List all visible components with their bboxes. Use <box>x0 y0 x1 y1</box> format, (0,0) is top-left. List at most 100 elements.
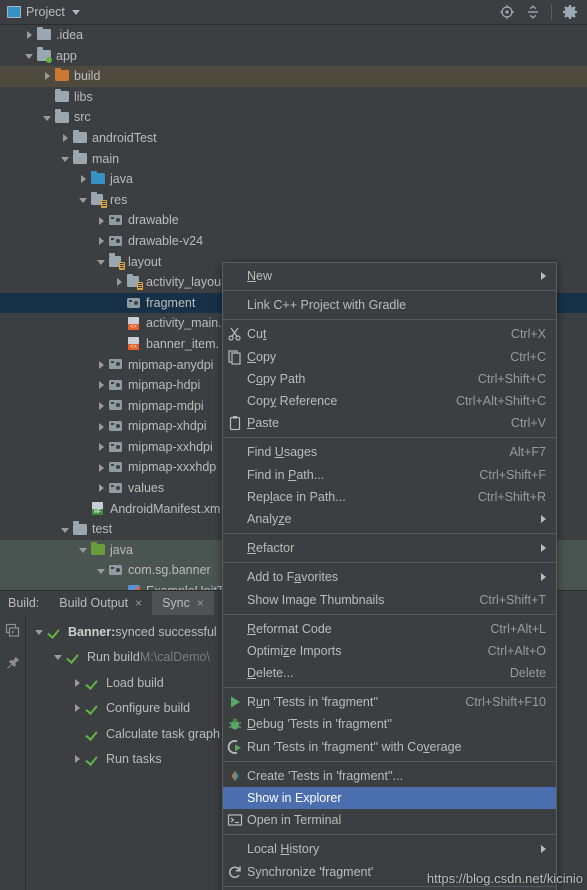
close-icon[interactable]: × <box>197 597 204 609</box>
disclosure-triangle[interactable] <box>96 462 108 474</box>
disclosure-triangle[interactable] <box>114 276 126 288</box>
menu-item-link-c++-project-with-gradle[interactable]: Link C++ Project with Gradle <box>223 294 556 316</box>
tree-node-java[interactable]: java <box>0 169 587 190</box>
menu-item-cut[interactable]: Cut Ctrl+X <box>223 323 556 345</box>
project-title-button[interactable]: Project <box>0 5 80 19</box>
chevron-down-icon[interactable] <box>71 9 80 15</box>
disclosure-triangle[interactable] <box>71 702 85 714</box>
menu-item-local-history[interactable]: Local History <box>223 838 556 860</box>
tree-node-label: mipmap-xhdpi <box>128 419 207 434</box>
disclosure-triangle[interactable] <box>96 256 108 268</box>
disclosure-triangle[interactable] <box>60 153 72 165</box>
disclosure-triangle[interactable] <box>71 728 85 740</box>
tree-node-build[interactable]: build <box>0 66 587 87</box>
disclosure-triangle[interactable] <box>78 194 90 206</box>
menu-item-copy-reference[interactable]: Copy Reference Ctrl+Alt+Shift+C <box>223 390 556 412</box>
tree-node-label: androidTest <box>92 130 157 145</box>
tree-node-label: values <box>128 481 165 496</box>
disclosure-triangle[interactable] <box>96 441 108 453</box>
disclosure-triangle[interactable] <box>78 173 90 185</box>
disclosure-triangle[interactable] <box>114 338 126 350</box>
disclosure-triangle[interactable] <box>114 297 126 309</box>
menu-item-copy[interactable]: Copy Ctrl+C <box>223 346 556 368</box>
menu-item-debug-tests-in-fragment[interactable]: Debug 'Tests in 'fragment'' <box>223 713 556 735</box>
disclosure-triangle[interactable] <box>24 29 36 41</box>
scissors-icon <box>227 326 243 342</box>
tab-label: Build Output <box>59 596 129 610</box>
menu-item-create-tests-in-fragment[interactable]: Create 'Tests in 'fragment''... <box>223 765 556 787</box>
menu-item-label: Find in Path... <box>247 467 325 482</box>
menu-item-copy-path[interactable]: Copy Path Ctrl+Shift+C <box>223 368 556 390</box>
tree-node-drawable[interactable]: drawable <box>0 210 587 231</box>
disclosure-triangle[interactable] <box>33 626 47 638</box>
disclosure-triangle[interactable] <box>71 677 85 689</box>
menu-item-show-in-explorer[interactable]: Show in Explorer <box>223 786 556 810</box>
tree-node-label: activity_layou <box>146 275 222 290</box>
menu-item-run-tests-in-fragment[interactable]: Run 'Tests in 'fragment'' Ctrl+Shift+F10 <box>223 691 556 713</box>
menu-item-new[interactable]: New <box>223 265 556 287</box>
disclosure-triangle[interactable] <box>96 482 108 494</box>
settings-gear-icon[interactable] <box>562 4 578 20</box>
disclosure-triangle[interactable] <box>42 70 54 82</box>
menu-item-label: Copy <box>247 349 277 364</box>
disclosure-triangle[interactable] <box>52 651 66 663</box>
disclosure-triangle[interactable] <box>24 50 36 62</box>
pin-icon[interactable] <box>5 655 21 671</box>
menu-item-find-usages[interactable]: Find Usages Alt+F7 <box>223 441 556 463</box>
menu-item-add-to-favorites[interactable]: Add to Favorites <box>223 566 556 588</box>
disclosure-triangle[interactable] <box>60 132 72 144</box>
menu-item-replace-in-path[interactable]: Replace in Path... Ctrl+Shift+R <box>223 486 556 508</box>
menu-item-reformat-code[interactable]: Reformat Code Ctrl+Alt+L <box>223 618 556 640</box>
collapse-all-icon[interactable] <box>525 4 541 20</box>
menu-item-run-tests-in-fragment-with-coverage[interactable]: Run 'Tests in 'fragment'' with Coverage <box>223 736 556 758</box>
menu-item-label: Link C++ Project with Gradle <box>247 298 407 313</box>
menu-separator <box>223 533 556 535</box>
build-row-text: Load build <box>106 675 164 690</box>
disclosure-triangle[interactable] <box>60 524 72 536</box>
disclosure-triangle[interactable] <box>96 421 108 433</box>
disclosure-triangle[interactable] <box>78 503 90 515</box>
tab-sync[interactable]: Sync × <box>152 591 214 615</box>
tree-node--idea[interactable]: .idea <box>0 25 587 46</box>
menu-item-analyze[interactable]: Analyze <box>223 508 556 530</box>
menu-item-refactor[interactable]: Refactor <box>223 537 556 559</box>
menu-item-optimize-imports[interactable]: Optimize Imports Ctrl+Alt+O <box>223 640 556 662</box>
menu-item-find-in-path[interactable]: Find in Path... Ctrl+Shift+F <box>223 464 556 486</box>
disclosure-triangle[interactable] <box>78 544 90 556</box>
tree-node-label: res <box>110 192 128 207</box>
disclosure-triangle[interactable] <box>96 400 108 412</box>
disclosure-triangle[interactable] <box>96 359 108 371</box>
disclosure-triangle[interactable] <box>71 753 85 765</box>
disclosure-triangle[interactable] <box>42 91 54 103</box>
disclosure-triangle[interactable] <box>114 318 126 330</box>
menu-item-open-in-terminal[interactable]: Open in Terminal <box>223 809 556 831</box>
tree-node-drawable-v24[interactable]: drawable-v24 <box>0 231 587 252</box>
tree-node-src[interactable]: src <box>0 107 587 128</box>
menu-item-shortcut: Ctrl+Alt+O <box>487 643 546 658</box>
build-row-text: Run tasks <box>106 752 162 767</box>
tree-node-label: mipmap-mdpi <box>128 398 204 413</box>
locate-icon[interactable] <box>499 4 515 20</box>
disclosure-triangle[interactable] <box>96 235 108 247</box>
folder-image-icon <box>108 461 124 475</box>
tree-node-libs[interactable]: libs <box>0 87 587 108</box>
close-icon[interactable]: × <box>135 597 142 609</box>
disclosure-triangle[interactable] <box>42 112 54 124</box>
menu-item-label: Paste <box>247 416 279 431</box>
disclosure-triangle[interactable] <box>96 379 108 391</box>
disclosure-triangle[interactable] <box>96 565 108 577</box>
tree-node-app[interactable]: app <box>0 46 587 67</box>
menu-item-paste[interactable]: Paste Ctrl+V <box>223 412 556 434</box>
tree-node-androidtest[interactable]: androidTest <box>0 128 587 149</box>
menu-item-delete[interactable]: Delete... Delete <box>223 662 556 684</box>
build-row-text: Calculate task graph <box>106 726 220 741</box>
tree-node-main[interactable]: main <box>0 149 587 170</box>
menu-item-show-image-thumbnails[interactable]: Show Image Thumbnails Ctrl+Shift+T <box>223 588 556 610</box>
tree-node-res[interactable]: res <box>0 190 587 211</box>
menu-item-label: Delete... <box>247 666 294 681</box>
tab-build-output[interactable]: Build Output × <box>49 591 152 615</box>
context-menu[interactable]: New Link C++ Project with Gradle Cut Ctrl+X… <box>222 262 557 890</box>
disclosure-triangle[interactable] <box>96 215 108 227</box>
folder-image-icon <box>108 234 124 248</box>
restore-layout-icon[interactable] <box>5 623 21 639</box>
